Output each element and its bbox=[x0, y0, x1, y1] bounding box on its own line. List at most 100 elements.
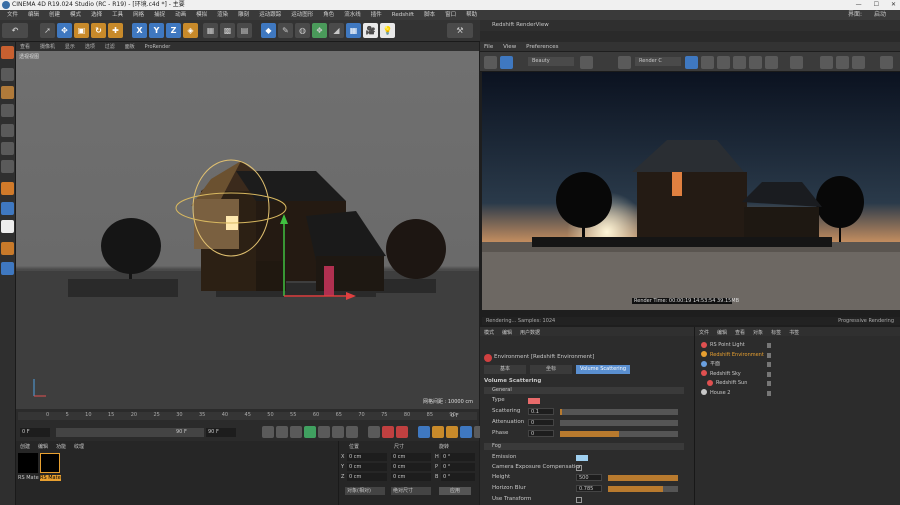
visibility-toggle[interactable] bbox=[767, 362, 771, 367]
menu-item-2[interactable]: 创建 bbox=[44, 10, 65, 20]
size-field[interactable]: 0 cm bbox=[391, 473, 431, 481]
rotation-key-icon[interactable] bbox=[446, 426, 458, 438]
compare-icon[interactable] bbox=[790, 56, 803, 69]
aov-select[interactable]: Beauty bbox=[528, 57, 574, 66]
object-list-item[interactable]: Redshift Sun bbox=[697, 379, 895, 389]
menu-item-11[interactable]: 雕刻 bbox=[233, 10, 254, 20]
menu-item-0[interactable]: 文件 bbox=[2, 10, 23, 20]
x-axis-icon[interactable]: X bbox=[132, 23, 147, 38]
texture-mode-icon[interactable] bbox=[1, 86, 14, 99]
rotation-field[interactable]: 0 ° bbox=[441, 453, 475, 461]
scale-key-icon[interactable] bbox=[432, 426, 444, 438]
axis-mode-icon[interactable] bbox=[1, 182, 14, 195]
menu-item-13[interactable]: 运动图形 bbox=[286, 10, 318, 20]
undo-icon[interactable]: ↶ bbox=[2, 23, 28, 38]
menu-item-5[interactable]: 工具 bbox=[107, 10, 128, 20]
menu-item-19[interactable]: 窗口 bbox=[440, 10, 461, 20]
scale-icon[interactable]: ▣ bbox=[74, 23, 89, 38]
select-arrow-icon[interactable]: ➚ bbox=[40, 23, 55, 38]
use-transform-checkbox[interactable] bbox=[576, 497, 582, 503]
render-view-icon[interactable]: ▦ bbox=[203, 23, 218, 38]
play-icon[interactable] bbox=[304, 426, 316, 438]
visibility-toggle[interactable] bbox=[767, 343, 771, 348]
edges-mode-icon[interactable] bbox=[1, 142, 14, 155]
coordinate-system-icon[interactable]: ◈ bbox=[183, 23, 198, 38]
menu-item-14[interactable]: 角色 bbox=[318, 10, 339, 20]
group-general[interactable]: General bbox=[484, 387, 684, 394]
zoom-icon[interactable] bbox=[749, 56, 762, 69]
visibility-toggle[interactable] bbox=[767, 371, 771, 377]
z-axis-icon[interactable]: Z bbox=[166, 23, 181, 38]
renderview-menu-file[interactable]: File bbox=[480, 44, 497, 50]
menu-item-20[interactable]: 帮助 bbox=[461, 10, 482, 20]
renderview-menu-view[interactable]: View bbox=[499, 44, 520, 50]
viewport-menu-filter[interactable]: 过滤 bbox=[101, 44, 119, 50]
next-key-icon[interactable] bbox=[332, 426, 344, 438]
viewport-menu-panel[interactable]: 面板 bbox=[121, 44, 139, 50]
color-pick-icon[interactable] bbox=[733, 56, 746, 69]
menu-item-10[interactable]: 渲染 bbox=[212, 10, 233, 20]
camera-exposure-checkbox[interactable]: ✓ bbox=[576, 465, 582, 471]
crop-icon[interactable] bbox=[618, 56, 631, 69]
workplane-icon[interactable] bbox=[1, 104, 14, 117]
position-key-icon[interactable] bbox=[418, 426, 430, 438]
recent-tool-icon[interactable]: ✚ bbox=[108, 23, 123, 38]
attr-tab-mode[interactable]: 模式 bbox=[484, 329, 494, 336]
type-color-swatch[interactable] bbox=[528, 398, 540, 404]
lock-workplane-icon[interactable] bbox=[1, 242, 14, 255]
render-stop-icon[interactable] bbox=[484, 56, 497, 69]
material-menu-texture[interactable]: 纹理 bbox=[74, 443, 84, 450]
objmgr-menu-file[interactable]: 文件 bbox=[699, 329, 709, 336]
menu-item-7[interactable]: 捕捉 bbox=[149, 10, 170, 20]
visibility-toggle[interactable] bbox=[767, 390, 771, 396]
param-key-icon[interactable] bbox=[460, 426, 472, 438]
material-swatch-selected[interactable] bbox=[40, 453, 60, 473]
group-fog[interactable]: Fog bbox=[484, 443, 684, 450]
position-field[interactable]: 0 cm bbox=[347, 463, 387, 471]
snap-icon[interactable] bbox=[1, 220, 14, 233]
material-menu-function[interactable]: 功能 bbox=[56, 443, 66, 450]
copy-image-icon[interactable] bbox=[836, 56, 849, 69]
pan-icon[interactable] bbox=[765, 56, 778, 69]
viewport-menu-camera[interactable]: 摄像机 bbox=[36, 44, 59, 50]
perspective-viewport[interactable]: 透视视图 网格间距: 10000 cm bbox=[16, 51, 479, 409]
cube-primitive-icon[interactable]: ◆ bbox=[261, 23, 276, 38]
record-icon[interactable] bbox=[368, 426, 380, 438]
horizon-blur-slider[interactable] bbox=[608, 486, 678, 492]
menu-item-6[interactable]: 网格 bbox=[128, 10, 149, 20]
rotate-icon[interactable]: ↻ bbox=[91, 23, 106, 38]
minimize-icon[interactable]: — bbox=[856, 0, 862, 10]
visibility-toggle[interactable] bbox=[767, 352, 771, 358]
coordinate-mode-select[interactable]: 对象(相对) bbox=[345, 487, 385, 495]
keyframe-selection-icon[interactable] bbox=[396, 426, 408, 438]
attenuation-field[interactable]: 0 bbox=[528, 419, 554, 426]
material-swatch[interactable] bbox=[18, 453, 38, 473]
next-frame-icon[interactable] bbox=[318, 426, 330, 438]
timeline-ruler[interactable]: 0 5 10 15 20 25 30 35 40 45 50 55 60 65 70 75 80 85 90 bbox=[18, 412, 477, 420]
menu-item-15[interactable]: 流水线 bbox=[339, 10, 366, 20]
planar-workplane-icon[interactable] bbox=[1, 262, 14, 275]
subdivision-icon[interactable]: ◍ bbox=[295, 23, 310, 38]
history-icon[interactable] bbox=[852, 56, 865, 69]
height-slider[interactable] bbox=[608, 475, 678, 481]
autokey-icon[interactable] bbox=[382, 426, 394, 438]
y-axis-icon[interactable]: Y bbox=[149, 23, 164, 38]
scattering-slider[interactable] bbox=[560, 409, 678, 415]
make-editable-icon[interactable] bbox=[1, 46, 14, 59]
menu-item-17[interactable]: Redshift bbox=[387, 10, 419, 20]
previous-frame-icon[interactable] bbox=[290, 426, 302, 438]
move-icon[interactable]: ✥ bbox=[57, 23, 72, 38]
object-list-item[interactable]: 平面 bbox=[697, 360, 895, 370]
scattering-field[interactable]: 0.1 bbox=[528, 408, 554, 415]
array-icon[interactable]: ❖ bbox=[312, 23, 327, 38]
menu-item-12[interactable]: 运动跟踪 bbox=[254, 10, 286, 20]
floor-icon[interactable]: ▦ bbox=[346, 23, 361, 38]
rotation-field[interactable]: 0 ° bbox=[441, 473, 475, 481]
start-frame-field[interactable]: 0 F bbox=[20, 428, 50, 437]
position-field[interactable]: 0 cm bbox=[347, 473, 387, 481]
menu-item-9[interactable]: 模拟 bbox=[191, 10, 212, 20]
horizon-blur-field[interactable]: 0.785 bbox=[576, 485, 602, 492]
position-field[interactable]: 0 cm bbox=[347, 453, 387, 461]
menu-item-1[interactable]: 编辑 bbox=[23, 10, 44, 20]
menu-item-4[interactable]: 选择 bbox=[86, 10, 107, 20]
